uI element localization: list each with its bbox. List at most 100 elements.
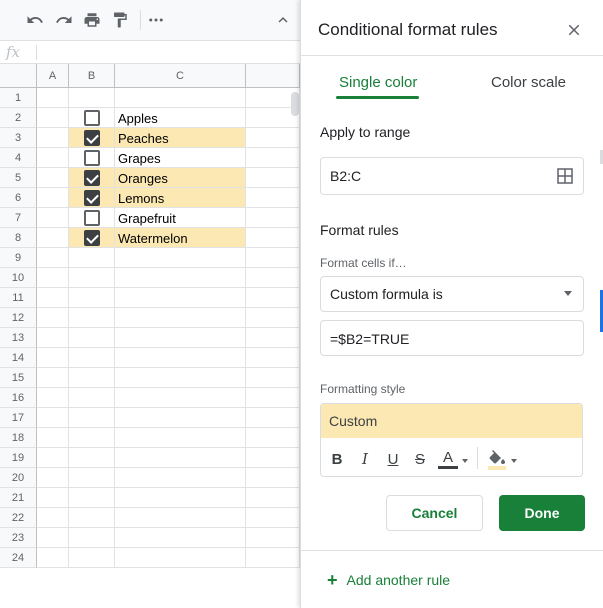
cell-b[interactable] [69,268,115,288]
cell-d[interactable] [246,388,300,408]
cancel-button[interactable]: Cancel [386,495,483,531]
cell-c[interactable] [115,268,246,288]
cell-d[interactable] [246,468,300,488]
cell-d[interactable] [246,128,300,148]
cell-d[interactable] [246,508,300,528]
row-header[interactable]: 1 [0,88,37,108]
text-color-button[interactable]: A [438,449,458,469]
underline-button[interactable]: U [385,449,401,469]
custom-formula-input[interactable]: =$B2=TRUE [320,320,584,356]
cell-c[interactable] [115,548,246,568]
cell-a[interactable] [37,468,69,488]
cell-c[interactable]: Peaches [115,128,246,148]
row-header[interactable]: 19 [0,448,37,468]
cell-b[interactable] [69,148,115,168]
cell-b[interactable] [69,348,115,368]
row-header[interactable]: 9 [0,248,37,268]
cell-a[interactable] [37,528,69,548]
cell-c[interactable]: Watermelon [115,228,246,248]
checkbox-checked[interactable] [84,230,100,246]
cell-a[interactable] [37,208,69,228]
cell-d[interactable] [246,528,300,548]
cell-b[interactable] [69,288,115,308]
undo-icon[interactable] [23,8,47,32]
cell-a[interactable] [37,228,69,248]
cell-d[interactable] [246,448,300,468]
cell-d[interactable] [246,288,300,308]
cell-a[interactable] [37,548,69,568]
cell-d[interactable] [246,368,300,388]
cell-b[interactable] [69,308,115,328]
close-icon[interactable] [565,21,583,39]
cell-b[interactable] [69,328,115,348]
spreadsheet-grid[interactable]: A B C 1 2 Apples 3 Peaches 4 Grapes 5 Oranges 6 Le… [0,64,300,608]
cell-d[interactable] [246,248,300,268]
checkbox-unchecked[interactable] [84,110,100,126]
row-header[interactable]: 18 [0,428,37,448]
row-header[interactable]: 6 [0,188,37,208]
fill-color-icon[interactable] [487,448,507,470]
cell-a[interactable] [37,448,69,468]
cell-b[interactable] [69,368,115,388]
column-header-c[interactable]: C [115,64,246,88]
cell-c[interactable] [115,528,246,548]
cell-d[interactable] [246,208,300,228]
cell-c[interactable] [115,288,246,308]
cell-c[interactable] [115,348,246,368]
cell-a[interactable] [37,128,69,148]
cell-d[interactable] [246,408,300,428]
cell-b[interactable] [69,508,115,528]
cell-b[interactable] [69,188,115,208]
add-another-rule-button[interactable]: + Add another rule [327,569,450,590]
cell-d[interactable] [246,328,300,348]
cell-d[interactable] [246,148,300,168]
cell-c[interactable] [115,448,246,468]
done-button[interactable]: Done [499,495,585,531]
cell-c[interactable] [115,468,246,488]
strikethrough-button[interactable]: S [412,449,428,469]
row-header[interactable]: 22 [0,508,37,528]
cell-c[interactable]: Grapefruit [115,208,246,228]
cell-b[interactable] [69,108,115,128]
cell-c[interactable] [115,328,246,348]
cell-a[interactable] [37,388,69,408]
cell-d[interactable] [246,308,300,328]
print-icon[interactable] [80,8,104,32]
cell-d[interactable] [246,548,300,568]
checkbox-checked[interactable] [84,170,100,186]
checkbox-unchecked[interactable] [84,150,100,166]
row-header[interactable]: 24 [0,548,37,568]
checkbox-checked[interactable] [84,190,100,206]
cell-c[interactable] [115,248,246,268]
row-header[interactable]: 11 [0,288,37,308]
bold-button[interactable]: B [329,449,345,469]
collapse-icon[interactable] [271,8,295,32]
cell-b[interactable] [69,88,115,108]
redo-icon[interactable] [52,8,76,32]
cell-a[interactable] [37,408,69,428]
cell-d[interactable] [246,168,300,188]
cell-c[interactable] [115,308,246,328]
row-header[interactable]: 4 [0,148,37,168]
cell-a[interactable] [37,508,69,528]
cell-a[interactable] [37,488,69,508]
cell-c[interactable]: Oranges [115,168,246,188]
italic-button[interactable]: I [357,449,373,469]
cell-a[interactable] [37,108,69,128]
cell-b[interactable] [69,548,115,568]
column-header-d[interactable] [246,64,300,88]
cell-d[interactable] [246,188,300,208]
row-header[interactable]: 8 [0,228,37,248]
row-header[interactable]: 17 [0,408,37,428]
formula-bar[interactable]: fx [0,40,300,64]
row-header[interactable]: 15 [0,368,37,388]
row-header[interactable]: 21 [0,488,37,508]
cell-b[interactable] [69,468,115,488]
row-header[interactable]: 16 [0,388,37,408]
cell-b[interactable] [69,428,115,448]
cell-a[interactable] [37,368,69,388]
cell-b[interactable] [69,488,115,508]
cell-c[interactable]: Lemons [115,188,246,208]
row-header[interactable]: 10 [0,268,37,288]
checkbox-unchecked[interactable] [84,210,100,226]
